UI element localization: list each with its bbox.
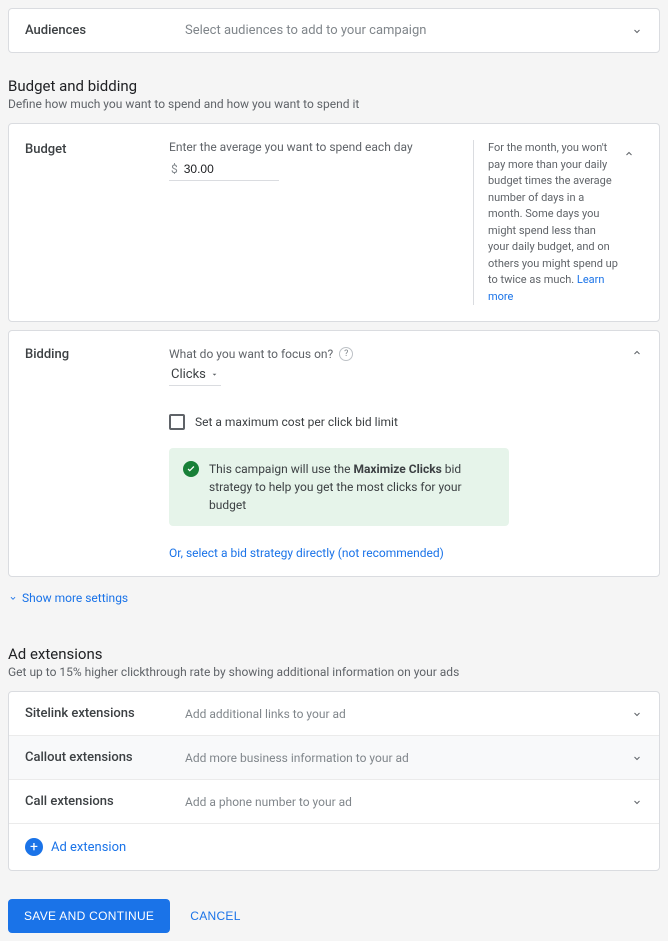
bidding-focus-question: What do you want to focus on?	[169, 347, 333, 361]
chevron-up-icon[interactable]	[623, 148, 635, 166]
ext-label: Sitelink extensions	[25, 706, 185, 721]
bidding-focus-select[interactable]: Clicks	[169, 363, 221, 386]
budget-help-text: For the month, you won't pay more than y…	[488, 141, 618, 286]
budget-bidding-heading: Budget and bidding	[8, 77, 660, 95]
show-more-settings-link[interactable]: Show more settings	[8, 591, 660, 605]
bidding-info-banner: This campaign will use the Maximize Clic…	[169, 448, 509, 526]
dropdown-icon	[210, 370, 219, 379]
banner-strategy: Maximize Clicks	[354, 462, 442, 476]
chevron-down-icon[interactable]	[631, 25, 643, 37]
bid-strategy-direct-link[interactable]: Or, select a bid strategy directly (not …	[169, 546, 643, 560]
chevron-down-icon[interactable]	[631, 752, 643, 764]
callout-extensions-row[interactable]: Callout extensions Add more business inf…	[9, 735, 659, 779]
plus-icon: +	[25, 838, 43, 856]
bidding-selected-value: Clicks	[171, 367, 206, 382]
budget-label: Budget	[25, 140, 169, 305]
budget-card: Budget Enter the average you want to spe…	[8, 123, 660, 322]
banner-prefix: This campaign will use the	[209, 462, 354, 476]
ext-label: Call extensions	[25, 794, 185, 809]
check-icon	[183, 461, 199, 477]
budget-prompt: Enter the average you want to spend each…	[169, 140, 473, 154]
chevron-down-icon[interactable]	[631, 708, 643, 720]
ad-extensions-sub: Get up to 15% higher clickthrough rate b…	[8, 665, 660, 679]
ext-label: Callout extensions	[25, 750, 185, 765]
budget-input-wrap[interactable]: $	[169, 158, 279, 181]
max-cpc-checkbox[interactable]	[169, 414, 185, 430]
ext-desc: Add additional links to your ad	[185, 707, 643, 721]
add-extension-label: Ad extension	[51, 840, 126, 855]
max-cpc-label: Set a maximum cost per click bid limit	[195, 415, 398, 429]
budget-input[interactable]	[184, 162, 244, 176]
audiences-card[interactable]: Audiences Select audiences to add to you…	[8, 8, 660, 53]
ext-desc: Add more business information to your ad	[185, 751, 643, 765]
budget-help-panel: For the month, you won't pay more than y…	[473, 140, 643, 305]
ad-extensions-heading: Ad extensions	[8, 645, 660, 663]
chevron-up-icon[interactable]	[631, 347, 643, 363]
ext-desc: Add a phone number to your ad	[185, 795, 643, 809]
audiences-placeholder: Select audiences to add to your campaign	[185, 23, 643, 38]
show-more-label: Show more settings	[22, 591, 128, 605]
chevron-down-icon	[8, 593, 18, 603]
save-and-continue-button[interactable]: Save and Continue	[8, 899, 170, 933]
chevron-down-icon[interactable]	[631, 796, 643, 808]
call-extensions-row[interactable]: Call extensions Add a phone number to yo…	[9, 779, 659, 823]
currency-symbol: $	[171, 162, 178, 176]
sitelink-extensions-row[interactable]: Sitelink extensions Add additional links…	[9, 692, 659, 735]
budget-bidding-sub: Define how much you want to spend and ho…	[8, 97, 660, 111]
add-extension-button[interactable]: + Ad extension	[9, 823, 659, 870]
bidding-card: Bidding What do you want to focus on? ? …	[8, 330, 660, 577]
ad-extensions-card: Sitelink extensions Add additional links…	[8, 691, 660, 871]
bidding-label: Bidding	[25, 347, 169, 560]
help-icon[interactable]: ?	[339, 347, 353, 361]
audiences-label: Audiences	[25, 23, 185, 38]
cancel-button[interactable]: Cancel	[178, 899, 252, 933]
